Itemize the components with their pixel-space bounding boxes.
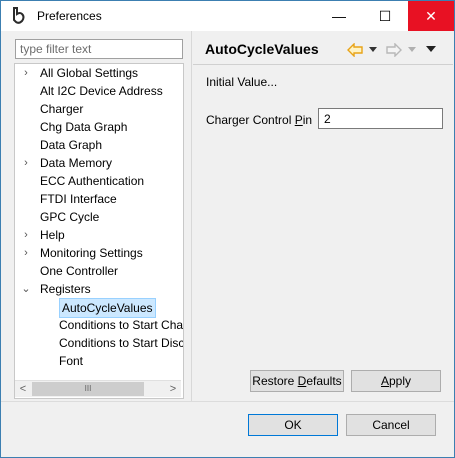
tree-item-autocyclevalues[interactable]: AutoCycleValues: [21, 298, 156, 318]
initial-value-label: Initial Value...: [206, 75, 278, 89]
app-logo-icon: [13, 7, 25, 24]
restore-defaults-button[interactable]: Restore Defaults: [250, 370, 344, 392]
forward-menu-chevron-icon[interactable]: [408, 47, 416, 53]
expand-icon[interactable]: ›: [21, 226, 31, 244]
window-title: Preferences: [37, 9, 102, 23]
tree-item-chg-data-graph[interactable]: Chg Data Graph: [21, 118, 127, 136]
expand-icon[interactable]: ›: [21, 244, 31, 262]
maximize-icon: ☐: [378, 7, 392, 24]
expand-icon[interactable]: ›: [21, 154, 31, 172]
view-menu-icon[interactable]: [426, 46, 436, 53]
tree-item-registers[interactable]: ⌄ Registers: [21, 280, 90, 298]
expand-icon[interactable]: ›: [21, 64, 31, 82]
page-title: AutoCycleValues: [205, 41, 319, 57]
tree-item-one-controller[interactable]: One Controller: [21, 262, 118, 280]
ok-button[interactable]: OK: [248, 414, 338, 436]
tree-item-ecc-authentication[interactable]: ECC Authentication: [21, 172, 144, 190]
tree-item-all-global-settings[interactable]: › All Global Settings: [21, 64, 138, 82]
tree-item-conditions-start-discharge[interactable]: Conditions to Start Disc: [21, 334, 183, 352]
charger-control-pin-label: Charger Control Pin: [206, 113, 313, 127]
cancel-button[interactable]: Cancel: [346, 414, 436, 436]
filter-input[interactable]: [15, 39, 183, 59]
preferences-window: Preferences — ☐ ✕ ›All Global Settings A…: [0, 0, 455, 458]
tree-item-font[interactable]: Font: [21, 352, 83, 370]
scroll-left-icon[interactable]: <: [15, 381, 31, 397]
title-bar: Preferences — ☐ ✕: [1, 1, 454, 31]
tree-item-help[interactable]: › Help: [21, 226, 65, 244]
panel-divider[interactable]: [191, 31, 192, 401]
close-button[interactable]: ✕: [408, 1, 454, 31]
tree-item-monitoring-settings[interactable]: › Monitoring Settings: [21, 244, 143, 262]
charger-control-pin-input[interactable]: [318, 108, 443, 129]
back-menu-chevron-icon[interactable]: [369, 47, 377, 53]
tree-item-conditions-start-charge[interactable]: Conditions to Start Cha: [21, 316, 183, 334]
tree-horizontal-scrollbar[interactable]: < III >: [15, 380, 181, 397]
preference-tree: › All Global Settings Alt I2C Device Addr…: [14, 63, 184, 399]
maximize-button[interactable]: ☐: [362, 1, 408, 31]
minimize-icon: —: [332, 8, 346, 24]
collapse-icon[interactable]: ⌄: [21, 280, 31, 298]
title-separator: [193, 64, 453, 65]
tree-item-data-graph[interactable]: Data Graph: [21, 136, 102, 154]
forward-arrow-icon[interactable]: [386, 43, 402, 57]
minimize-button[interactable]: —: [316, 1, 362, 31]
tree-item-gpc-cycle[interactable]: GPC Cycle: [21, 208, 99, 226]
tree-item-data-memory[interactable]: › Data Memory: [21, 154, 112, 172]
close-icon: ✕: [425, 7, 437, 24]
scroll-thumb[interactable]: III: [32, 382, 144, 396]
tree-item-ftdi-interface[interactable]: FTDI Interface: [21, 190, 117, 208]
footer-separator: [1, 401, 454, 402]
tree-item-charger[interactable]: Charger: [21, 100, 83, 118]
back-arrow-icon[interactable]: [347, 43, 363, 57]
apply-button[interactable]: Apply: [351, 370, 441, 392]
tree-item-alt-i2c[interactable]: Alt I2C Device Address: [21, 82, 163, 100]
scroll-right-icon[interactable]: >: [165, 381, 181, 397]
